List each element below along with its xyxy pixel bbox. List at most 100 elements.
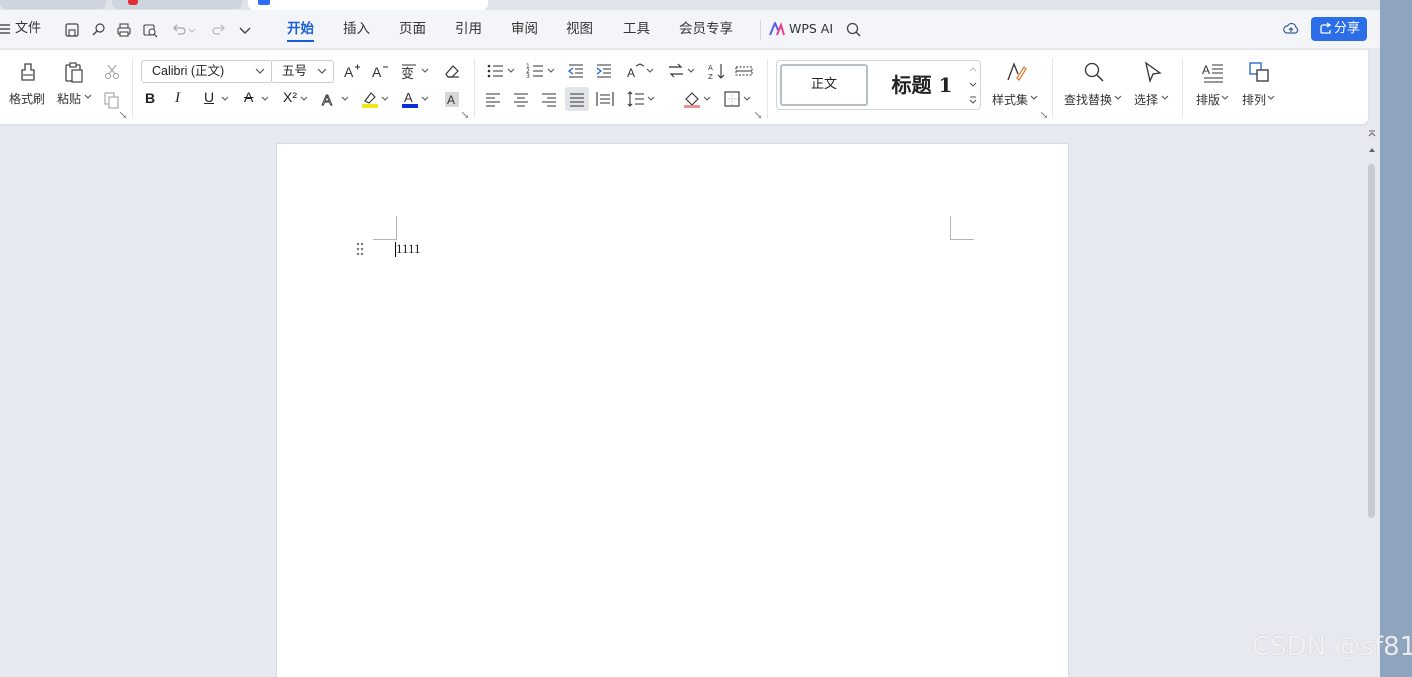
chevron-down-icon[interactable]	[969, 81, 977, 89]
decrease-font-size-icon[interactable]: A	[370, 61, 390, 81]
style-normal[interactable]: 正文	[780, 64, 868, 106]
window-tab[interactable]	[0, 0, 106, 9]
chevron-down-icon[interactable]	[1221, 94, 1229, 102]
find-replace-label[interactable]: 查找替换	[1064, 91, 1112, 108]
arrange-label[interactable]: 排列	[1242, 91, 1266, 108]
scroll-top-icon[interactable]	[1368, 130, 1376, 138]
show-paragraph-marks-icon[interactable]	[734, 61, 754, 81]
print-icon[interactable]	[115, 21, 133, 39]
style-set-icon[interactable]	[1004, 60, 1028, 84]
text-effect-icon[interactable]: A	[320, 89, 340, 109]
character-shading-icon[interactable]: A	[442, 89, 462, 109]
increase-indent-icon[interactable]	[594, 61, 614, 81]
scroll-up-icon[interactable]	[1368, 146, 1376, 154]
chevron-down-icon[interactable]	[421, 95, 429, 103]
chevron-up-icon[interactable]	[969, 65, 977, 73]
chevron-down-icon[interactable]	[703, 95, 711, 103]
cloud-upload-icon[interactable]	[1282, 20, 1300, 38]
arrange-icon[interactable]	[1247, 60, 1271, 84]
chevron-down-icon[interactable]	[646, 67, 654, 75]
chevron-down-icon[interactable]	[341, 95, 349, 103]
sort-icon[interactable]: AZ	[707, 61, 727, 81]
borders-icon[interactable]	[722, 89, 742, 109]
document-paragraph[interactable]: 1111	[396, 241, 421, 257]
scrollbar-thumb[interactable]	[1368, 164, 1375, 518]
chevron-down-icon[interactable]	[743, 95, 751, 103]
superscript-button[interactable]: X²	[283, 89, 297, 105]
decrease-indent-icon[interactable]	[566, 61, 586, 81]
chevron-down-icon[interactable]	[1161, 94, 1169, 102]
align-center-icon[interactable]	[511, 89, 531, 109]
chevron-down-icon[interactable]	[647, 95, 655, 103]
select-label[interactable]: 选择	[1134, 91, 1158, 108]
chevron-down-icon[interactable]	[547, 67, 555, 75]
numbered-list-icon[interactable]: 123	[526, 61, 546, 81]
cut-icon[interactable]	[102, 62, 122, 82]
text-direction-icon[interactable]: A	[625, 61, 645, 81]
tab-insert[interactable]: 插入	[343, 10, 370, 48]
document-page[interactable]: 1111	[276, 143, 1069, 677]
chevron-down-icon[interactable]	[421, 67, 429, 75]
chevron-down-icon[interactable]	[300, 95, 308, 103]
style-heading-1[interactable]: 标题 1	[877, 64, 967, 106]
strikethrough-button[interactable]: A	[244, 89, 253, 105]
align-left-icon[interactable]	[483, 89, 503, 109]
bullet-list-icon[interactable]	[486, 61, 506, 81]
wps-ai-button[interactable]: WPS AI	[789, 10, 833, 48]
line-spacing-icon[interactable]	[626, 89, 646, 109]
chevron-down-icon[interactable]	[507, 67, 515, 75]
tab-view[interactable]: 视图	[566, 10, 593, 48]
undo-dropdown-icon[interactable]	[187, 21, 197, 39]
shading-icon[interactable]	[682, 89, 702, 109]
tab-home[interactable]: 开始	[287, 10, 314, 48]
undo-icon[interactable]	[170, 21, 188, 39]
share-button[interactable]: 分享	[1311, 17, 1367, 41]
tab-member[interactable]: 会员专享	[679, 10, 733, 48]
chinese-layout-icon[interactable]	[666, 61, 686, 81]
drag-handle-icon[interactable]	[356, 242, 364, 256]
style-set-label[interactable]: 样式集	[992, 91, 1028, 108]
tab-review[interactable]: 审阅	[511, 10, 538, 48]
layout-icon[interactable]: A	[1201, 60, 1225, 84]
search-replace-icon[interactable]	[89, 21, 107, 39]
phonetic-guide-icon[interactable]: 变	[400, 61, 420, 81]
font-name-select[interactable]: Calibri (正文)	[141, 60, 272, 83]
highlight-color-icon[interactable]	[360, 89, 380, 109]
redo-icon[interactable]	[210, 21, 228, 39]
file-menu[interactable]: 文件	[15, 10, 41, 48]
paste-icon[interactable]	[62, 60, 86, 84]
clear-formatting-icon[interactable]	[442, 61, 462, 81]
distributed-align-icon[interactable]	[595, 89, 615, 109]
window-tab-active[interactable]	[248, 0, 488, 10]
chevron-down-icon[interactable]	[1030, 94, 1038, 102]
chevron-down-icon[interactable]	[261, 95, 269, 103]
clipboard-launcher-icon[interactable]	[120, 112, 126, 118]
vertical-scrollbar[interactable]	[1366, 126, 1378, 677]
paste-dropdown-icon[interactable]	[84, 93, 92, 101]
tab-page[interactable]: 页面	[399, 10, 426, 48]
italic-button[interactable]: I	[175, 90, 180, 107]
paste-label[interactable]: 粘贴	[57, 90, 81, 107]
tab-tools[interactable]: 工具	[623, 10, 650, 48]
increase-font-size-icon[interactable]: A	[342, 61, 362, 81]
chevron-down-icon[interactable]	[1114, 94, 1122, 102]
align-right-icon[interactable]	[539, 89, 559, 109]
search-icon[interactable]	[845, 21, 863, 39]
styles-launcher-icon[interactable]	[1041, 112, 1047, 118]
save-icon[interactable]	[63, 21, 81, 39]
format-painter-icon[interactable]	[16, 60, 40, 84]
chevron-down-icon[interactable]	[221, 95, 229, 103]
chevron-down-icon[interactable]	[381, 95, 389, 103]
paragraph-launcher-icon[interactable]	[755, 112, 761, 118]
customize-quick-access-icon[interactable]	[236, 21, 254, 39]
font-size-select[interactable]: 五号	[271, 60, 334, 83]
justify-button[interactable]	[565, 87, 589, 111]
tab-references[interactable]: 引用	[455, 10, 482, 48]
layout-label[interactable]: 排版	[1196, 91, 1220, 108]
font-launcher-icon[interactable]	[462, 112, 468, 118]
find-replace-icon[interactable]	[1082, 60, 1106, 84]
window-tab[interactable]	[112, 0, 242, 9]
copy-icon[interactable]	[102, 90, 122, 110]
select-icon[interactable]	[1141, 60, 1165, 84]
bold-button[interactable]: B	[145, 90, 155, 106]
